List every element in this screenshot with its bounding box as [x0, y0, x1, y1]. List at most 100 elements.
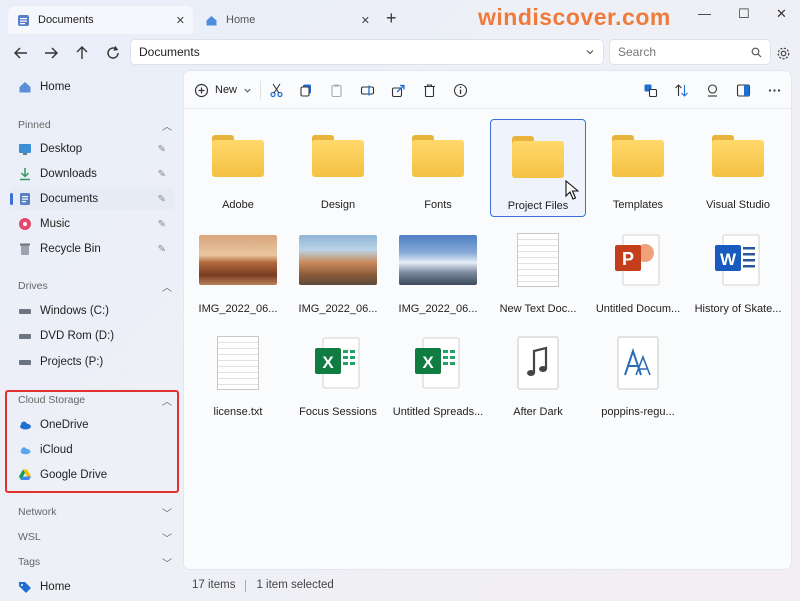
- audio-file-icon: [496, 330, 580, 396]
- file-item[interactable]: Templates: [590, 119, 686, 217]
- file-item[interactable]: W History of Skate...: [690, 223, 786, 321]
- sidebar-item-dvd-rom-d[interactable]: DVD Rom (D:): [10, 325, 174, 347]
- file-item[interactable]: IMG_2022_06...: [290, 223, 386, 321]
- sidebar-item-desktop[interactable]: Desktop ✎: [10, 138, 174, 160]
- translate-icon[interactable]: [640, 80, 660, 100]
- file-item[interactable]: X Untitled Spreads...: [390, 326, 486, 424]
- sort-icon[interactable]: [671, 80, 691, 100]
- info-icon[interactable]: [450, 80, 470, 100]
- tab-label: Home: [226, 14, 256, 26]
- pinned-section-header[interactable]: Pinned ︿: [18, 116, 172, 134]
- cut-icon[interactable]: [266, 80, 286, 100]
- address-bar[interactable]: Documents: [130, 39, 604, 65]
- pin-icon[interactable]: ✎: [158, 169, 166, 180]
- maximize-icon[interactable]: ☐: [738, 6, 750, 22]
- section-title: WSL: [18, 531, 41, 543]
- file-item[interactable]: license.txt: [190, 326, 286, 424]
- file-item[interactable]: IMG_2022_06...: [390, 223, 486, 321]
- folder-icon: [296, 123, 380, 189]
- sidebar-item-music[interactable]: Music ✎: [10, 213, 174, 235]
- sidebar-item-label: Downloads: [40, 168, 97, 180]
- file-name: After Dark: [513, 406, 563, 418]
- close-window-icon[interactable]: ✕: [776, 6, 787, 22]
- preview-pane-icon[interactable]: [733, 80, 753, 100]
- pin-icon[interactable]: ✎: [158, 144, 166, 155]
- up-arrow-icon[interactable]: [71, 42, 93, 64]
- tab-home[interactable]: Home ✕: [196, 6, 378, 34]
- chevron-down-icon[interactable]: [585, 47, 595, 57]
- file-grid: Adobe Design Fonts Project Files Templat…: [184, 109, 791, 569]
- file-name: History of Skate...: [694, 303, 782, 315]
- rename-icon[interactable]: [357, 80, 377, 100]
- cloud-storage-section-header[interactable]: Cloud Storage ︿: [18, 391, 172, 409]
- drives-section-header[interactable]: Drives ︿: [18, 277, 172, 295]
- file-item[interactable]: New Text Doc...: [490, 223, 586, 321]
- onedrive-icon: [18, 418, 32, 432]
- new-tab-icon[interactable]: +: [386, 8, 397, 29]
- sidebar-item-home[interactable]: Home: [10, 76, 174, 98]
- gear-icon[interactable]: [772, 42, 794, 64]
- powerpoint-file-icon: P: [596, 227, 680, 293]
- sidebar-item-windows-c[interactable]: Windows (C:): [10, 300, 174, 322]
- file-item[interactable]: Visual Studio: [690, 119, 786, 217]
- sidebar-item-google-drive[interactable]: Google Drive: [10, 464, 174, 486]
- pin-icon[interactable]: ✎: [158, 219, 166, 230]
- delete-icon[interactable]: [419, 80, 439, 100]
- refresh-icon[interactable]: [102, 42, 124, 64]
- file-item[interactable]: After Dark: [490, 326, 586, 424]
- close-tab-icon[interactable]: ✕: [176, 14, 185, 27]
- chevron-down-icon[interactable]: ﹀: [162, 505, 172, 520]
- file-item[interactable]: Design: [290, 119, 386, 217]
- sidebar-item-projects-p[interactable]: Projects (P:): [10, 351, 174, 373]
- sidebar-item-home-bottom[interactable]: Home: [10, 576, 174, 598]
- file-item[interactable]: P Untitled Docum...: [590, 223, 686, 321]
- search-input[interactable]: [618, 45, 751, 59]
- file-item-selected[interactable]: Project Files: [490, 119, 586, 217]
- file-item[interactable]: Adobe: [190, 119, 286, 217]
- tab-documents[interactable]: Documents ✕: [8, 6, 193, 34]
- music-icon: [18, 217, 32, 231]
- file-item[interactable]: X Focus Sessions: [290, 326, 386, 424]
- tag-icon: [18, 580, 32, 594]
- image-thumbnail: [296, 227, 380, 293]
- pin-icon[interactable]: ✎: [158, 244, 166, 255]
- copy-icon[interactable]: [296, 80, 316, 100]
- new-button[interactable]: New: [194, 79, 252, 101]
- sidebar-item-documents[interactable]: Documents ✎: [10, 188, 174, 210]
- view-layout-icon[interactable]: [702, 80, 722, 100]
- more-options-icon[interactable]: [764, 80, 784, 100]
- chevron-up-icon[interactable]: ︿: [162, 279, 172, 294]
- tags-section-header[interactable]: Tags ﹀: [18, 553, 172, 571]
- back-arrow-icon[interactable]: [10, 42, 32, 64]
- minimize-icon[interactable]: —: [698, 6, 711, 21]
- section-title: Tags: [18, 556, 41, 568]
- svg-text:W: W: [720, 250, 737, 269]
- chevron-down-icon[interactable]: ﹀: [162, 530, 172, 545]
- network-section-header[interactable]: Network ﹀: [18, 503, 172, 521]
- sidebar-item-label: Home: [40, 581, 71, 593]
- wsl-section-header[interactable]: WSL ﹀: [18, 528, 172, 546]
- file-item[interactable]: Fonts: [390, 119, 486, 217]
- forward-arrow-icon[interactable]: [40, 42, 62, 64]
- share-icon[interactable]: [388, 80, 408, 100]
- file-name: Visual Studio: [705, 199, 770, 211]
- sidebar-item-icloud[interactable]: iCloud: [10, 439, 174, 461]
- paste-icon[interactable]: [326, 80, 346, 100]
- sidebar-item-label: Home: [40, 81, 71, 93]
- file-name: poppins-regu...: [601, 406, 675, 418]
- sidebar-item-downloads[interactable]: Downloads ✎: [10, 163, 174, 185]
- search-box[interactable]: [609, 39, 771, 65]
- folder-icon: [596, 123, 680, 189]
- close-tab-icon[interactable]: ✕: [361, 14, 370, 27]
- sidebar-item-recycle-bin[interactable]: Recycle Bin ✎: [10, 238, 174, 260]
- chevron-up-icon[interactable]: ︿: [162, 118, 172, 133]
- sidebar-item-label: OneDrive: [40, 419, 89, 431]
- sidebar-item-onedrive[interactable]: OneDrive: [10, 414, 174, 436]
- word-file-icon: W: [696, 227, 780, 293]
- drive-icon: [18, 355, 32, 369]
- pin-icon[interactable]: ✎: [158, 194, 166, 205]
- file-item[interactable]: poppins-regu...: [590, 326, 686, 424]
- chevron-down-icon[interactable]: ﹀: [162, 555, 172, 570]
- file-item[interactable]: IMG_2022_06...: [190, 223, 286, 321]
- chevron-up-icon[interactable]: ︿: [162, 393, 172, 408]
